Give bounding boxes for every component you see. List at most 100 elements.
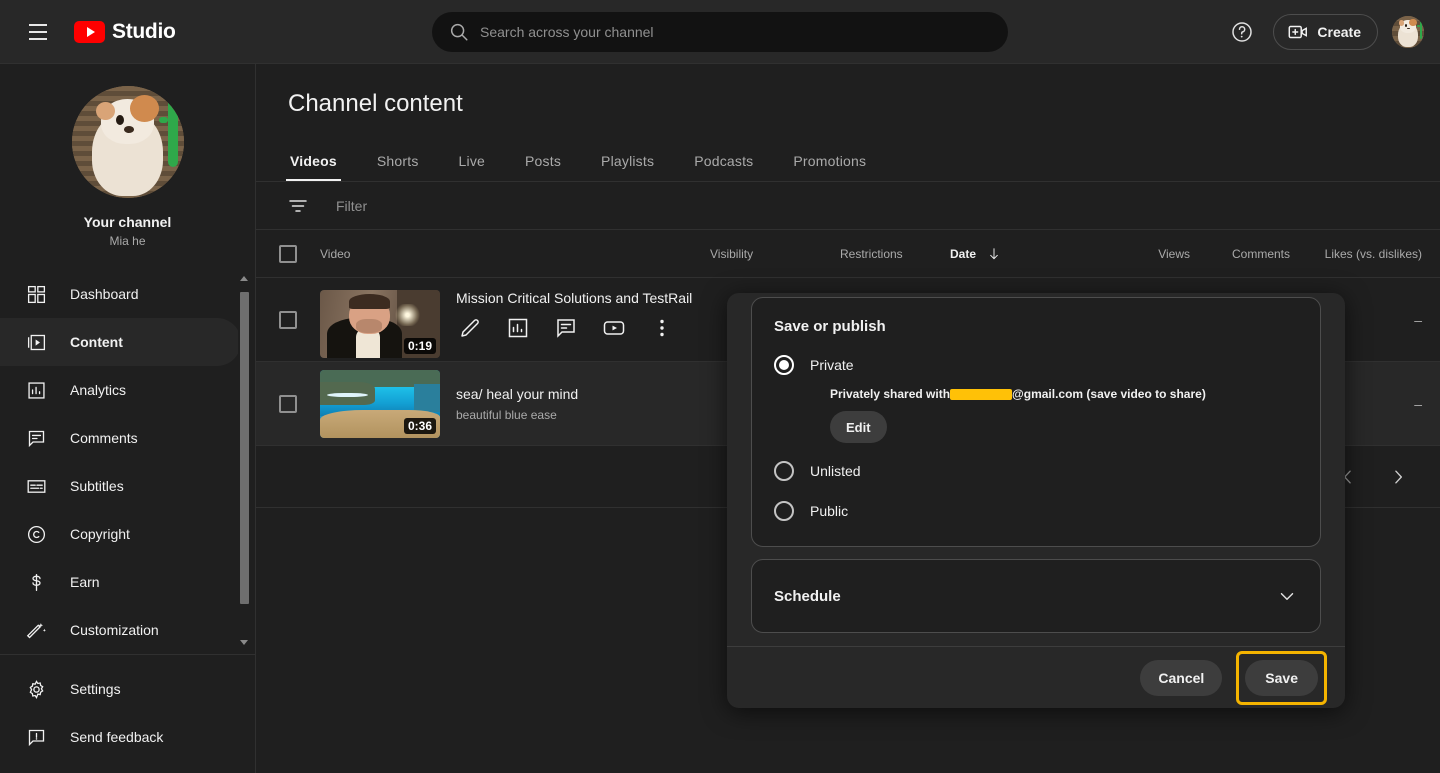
edit-button[interactable]: Edit — [830, 411, 887, 443]
column-header-comments: Comments — [1231, 246, 1290, 261]
save-or-publish-dialog: Save or publish Private Privately shared… — [727, 293, 1345, 708]
select-all-checkbox[interactable] — [279, 244, 297, 263]
tab-live[interactable]: Live — [457, 153, 487, 181]
hamburger-menu-icon[interactable] — [18, 12, 58, 52]
sidebar-item-settings[interactable]: Settings — [0, 665, 255, 713]
more-options-icon[interactable] — [650, 316, 674, 340]
sidebar-item-copyright[interactable]: Copyright — [0, 510, 241, 558]
sort-descending-arrow-icon — [990, 247, 998, 259]
row-checkbox[interactable] — [279, 394, 297, 413]
sidebar-item-comments[interactable]: Comments — [0, 414, 241, 462]
help-icon[interactable] — [1225, 15, 1259, 49]
sidebar-nav-scroll: Dashboard Content Analytics Comments Sub… — [0, 270, 255, 650]
privately-shared-prefix: Privately shared with — [830, 387, 951, 401]
search-input[interactable] — [480, 24, 996, 40]
filter-input[interactable] — [336, 197, 736, 214]
sidebar-scrollbar[interactable] — [238, 270, 251, 650]
row-actions — [458, 316, 692, 340]
pagination-next-button[interactable] — [1384, 463, 1412, 491]
select-all-cell — [256, 244, 320, 263]
tab-posts[interactable]: Posts — [523, 153, 563, 181]
analytics-icon[interactable] — [506, 316, 530, 340]
scroll-down-arrow-icon[interactable] — [240, 640, 249, 648]
youtube-icon[interactable] — [602, 316, 626, 340]
sidebar-divider — [0, 654, 255, 655]
column-header-restrictions: Restrictions — [840, 246, 903, 261]
tab-playlists[interactable]: Playlists — [599, 153, 656, 181]
column-header-video: Video — [320, 246, 351, 261]
privately-shared-suffix: @gmail.com (save video to share) — [1012, 387, 1206, 401]
sidebar-item-earn[interactable]: Earn — [0, 558, 241, 606]
channel-avatar[interactable] — [71, 86, 184, 198]
visibility-option-public[interactable]: Public — [774, 501, 1298, 521]
tab-label: Posts — [525, 153, 562, 169]
visibility-option-label: Private — [810, 357, 854, 373]
dialog-section-title: Save or publish — [774, 318, 886, 335]
tab-videos[interactable]: Videos — [286, 153, 341, 181]
sidebar-item-analytics[interactable]: Analytics — [0, 366, 241, 414]
table-header: Video Visibility Restrictions Date Views… — [256, 230, 1440, 278]
chevron-down-icon[interactable] — [1276, 585, 1298, 607]
search-box[interactable] — [432, 12, 1008, 52]
dashboard-icon — [24, 282, 48, 306]
comments-icon[interactable] — [554, 316, 578, 340]
content-tabs: Videos Shorts Live Posts Playlists Podca… — [256, 134, 1440, 182]
sidebar-scrollbar-thumb[interactable] — [240, 292, 249, 604]
content-icon — [24, 330, 48, 354]
sidebar-item-customization[interactable]: Customization — [0, 606, 241, 650]
filter-icon[interactable] — [286, 194, 310, 218]
sidebar-item-dashboard[interactable]: Dashboard — [0, 270, 241, 318]
sidebar-item-subtitles[interactable]: Subtitles — [0, 462, 241, 510]
radio-unselected-icon — [774, 501, 794, 521]
sidebar-item-label: Subtitles — [70, 478, 124, 494]
earn-icon — [24, 570, 48, 594]
visibility-option-private[interactable]: Private — [774, 355, 1298, 375]
create-button[interactable]: Create — [1273, 14, 1378, 50]
row-select-cell — [256, 394, 320, 413]
schedule-card[interactable]: Schedule — [751, 559, 1321, 633]
gear-icon — [24, 677, 48, 701]
sidebar-item-label: Send feedback — [70, 729, 164, 745]
studio-logo[interactable]: Studio — [74, 20, 176, 44]
cancel-button[interactable]: Cancel — [1140, 659, 1223, 696]
privately-shared-text: Privately shared with @gmail.com (save vi… — [830, 387, 1298, 401]
tab-label: Promotions — [793, 153, 867, 169]
copyright-icon — [24, 522, 48, 546]
row-checkbox[interactable] — [279, 310, 297, 329]
account-avatar[interactable] — [1392, 16, 1424, 48]
channel-title: Your channel — [83, 214, 172, 230]
sidebar-item-label: Analytics — [70, 382, 127, 398]
tab-shorts[interactable]: Shorts — [375, 153, 421, 181]
sidebar-item-label: Settings — [70, 681, 121, 697]
tab-promotions[interactable]: Promotions — [791, 153, 868, 181]
column-header-date[interactable]: Date — [950, 246, 1110, 262]
column-header-views: Views — [1158, 246, 1190, 261]
visibility-card: Save or publish Private Privately shared… — [751, 297, 1321, 547]
video-thumbnail[interactable]: 0:19 — [320, 289, 440, 358]
sidebar-item-send-feedback[interactable]: Send feedback — [0, 713, 255, 761]
sidebar-item-content[interactable]: Content — [0, 318, 241, 366]
edit-icon[interactable] — [458, 316, 482, 340]
page-title: Channel content — [288, 90, 463, 117]
scroll-up-arrow-icon[interactable] — [240, 276, 249, 284]
tab-label: Playlists — [601, 153, 655, 169]
tab-label: Videos — [290, 153, 337, 169]
column-header-likes: Likes (vs. dislikes) — [1324, 246, 1422, 261]
video-description: beautiful blue ease — [456, 407, 557, 422]
video-thumbnail[interactable]: 0:36 — [320, 369, 440, 438]
sidebar-item-label: Copyright — [70, 526, 130, 542]
comments-icon — [24, 426, 48, 450]
video-title[interactable]: sea/ heal your mind — [456, 386, 578, 402]
save-button[interactable]: Save — [1245, 659, 1318, 696]
brand-text: Studio — [112, 19, 176, 43]
video-title[interactable]: Mission Critical Solutions and TestRail — [456, 290, 692, 306]
column-header-visibility: Visibility — [710, 246, 754, 261]
tab-label: Shorts — [376, 153, 419, 169]
save-button-highlight: Save — [1236, 650, 1327, 705]
tab-podcasts[interactable]: Podcasts — [692, 153, 755, 181]
radio-selected-icon — [774, 355, 794, 375]
channel-handle: Mia he — [109, 234, 146, 248]
row-select-cell — [256, 310, 320, 329]
visibility-option-unlisted[interactable]: Unlisted — [774, 461, 1298, 481]
channel-block: Your channel Mia he — [0, 64, 255, 248]
